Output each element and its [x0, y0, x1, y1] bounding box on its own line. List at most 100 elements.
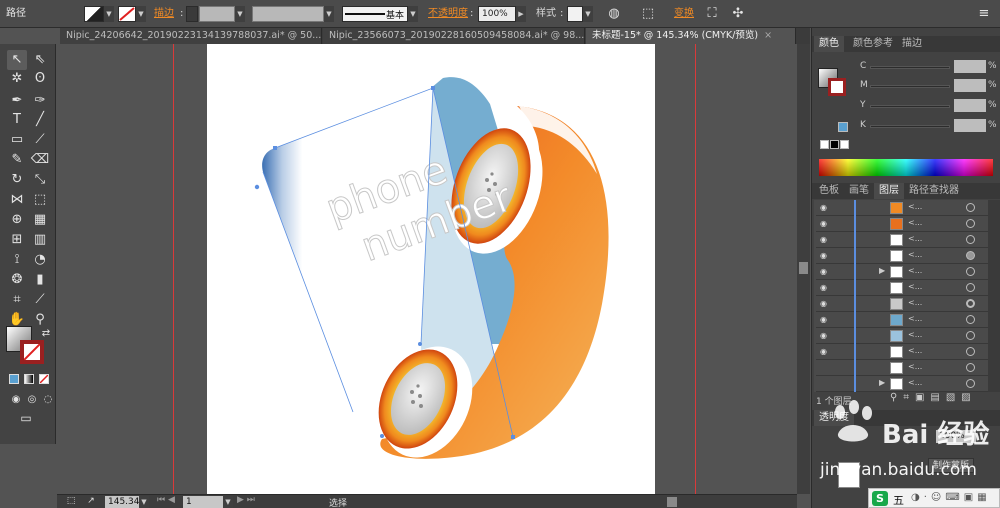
none-swatch[interactable]	[820, 140, 829, 149]
gradient-mode-icon[interactable]	[24, 374, 34, 384]
panel-stroke-swatch[interactable]	[828, 78, 846, 96]
graph-tool-icon[interactable]: ▮	[30, 270, 50, 290]
tab-brushes[interactable]: 画笔	[844, 183, 874, 199]
eyedropper-tool-icon[interactable]: ⟟	[7, 250, 27, 270]
canvas-area[interactable]: phone number	[57, 44, 809, 494]
variable-width-profile[interactable]	[252, 6, 324, 22]
symbol-sprayer-tool-icon[interactable]: ❂	[7, 270, 27, 290]
phone-artwork[interactable]: phone number	[207, 44, 655, 494]
tab-swatches[interactable]: 色板	[814, 183, 844, 199]
layer-row[interactable]: ◉ <...	[816, 312, 988, 328]
stroke-swatch[interactable]	[118, 6, 136, 22]
layers-scrollbar[interactable]	[988, 200, 1000, 392]
eye-icon[interactable]: ◉	[820, 219, 830, 229]
layer-row[interactable]: <...	[816, 360, 988, 376]
scrollbar-thumb[interactable]	[799, 262, 808, 274]
eye-icon[interactable]: ◉	[820, 251, 830, 261]
close-icon[interactable]: ×	[764, 30, 772, 41]
tab-color-guide[interactable]: 颜色参考	[848, 36, 898, 52]
eye-icon[interactable]: ◉	[820, 299, 830, 309]
free-transform-tool-icon[interactable]: ⬚	[30, 190, 50, 210]
canvas-vertical-scrollbar[interactable]	[797, 44, 810, 494]
eye-icon[interactable]: ◉	[820, 331, 830, 341]
eye-icon[interactable]: ◉	[820, 203, 830, 213]
zoom-input[interactable]: 145.34	[105, 496, 140, 508]
tab-document-active[interactable]: 未标题-15* @ 145.34% (CMYK/预览) ×	[586, 28, 796, 44]
blend-tool-icon[interactable]: ◔	[30, 250, 50, 270]
tab-pathfinder[interactable]: 路径查找器	[904, 183, 964, 199]
eye-icon[interactable]: ◉	[820, 267, 830, 277]
next-artboard-icon[interactable]: ▶ ⏭	[237, 495, 255, 505]
tab-document-1[interactable]: Nipic_24206642_20190223134139788037.ai* …	[60, 28, 322, 44]
black-swatch[interactable]	[830, 140, 839, 149]
width-tool-icon[interactable]: ⋈	[7, 190, 27, 210]
black-slider[interactable]: K%	[860, 119, 998, 132]
layer-row[interactable]: ◉ <...	[816, 344, 988, 360]
artboard[interactable]: phone number	[207, 44, 655, 494]
artboard-number-input[interactable]: 1	[183, 496, 223, 508]
eye-icon[interactable]: ◉	[820, 315, 830, 325]
layer-row[interactable]: ◉ <...	[816, 296, 988, 312]
layer-row[interactable]: ◉ <...	[816, 200, 988, 216]
opacity-input[interactable]: 100%	[478, 6, 516, 22]
expand-arrow-icon[interactable]: ▶	[879, 378, 885, 387]
direct-selection-tool-icon[interactable]: ⇖	[30, 50, 50, 70]
stroke-dropdown[interactable]: ▼	[136, 6, 146, 22]
type-tool-icon[interactable]: T	[7, 110, 27, 130]
brush-dropdown[interactable]: ▼	[408, 6, 418, 22]
opacity-label[interactable]: 不透明度	[428, 7, 468, 21]
eye-icon[interactable]: ◉	[820, 235, 830, 245]
brush-definition[interactable]: 基本	[342, 6, 408, 22]
rotate-tool-icon[interactable]: ↻	[7, 170, 27, 190]
cyan-slider[interactable]: C%	[860, 60, 998, 73]
line-tool-icon[interactable]: ╱	[30, 110, 50, 130]
paintbrush-tool-icon[interactable]: ⟋	[30, 130, 50, 150]
white-swatch[interactable]	[840, 140, 849, 149]
tab-color[interactable]: 颜色	[814, 36, 844, 52]
lasso-tool-icon[interactable]: ʘ	[30, 69, 50, 89]
none-mode-icon[interactable]	[39, 374, 49, 384]
zoom-dropdown[interactable]: ▼	[139, 496, 149, 508]
expand-arrow-icon[interactable]: ▶	[879, 266, 885, 275]
panel-menu-icon[interactable]: ≡	[974, 4, 994, 24]
ime-toolbar[interactable]: S 五 ◑·☺⌨▣▦	[868, 488, 1000, 508]
pencil-tool-icon[interactable]: ✎	[7, 150, 27, 170]
selection-tool-icon[interactable]: ↖	[7, 50, 27, 70]
pen-tool-icon[interactable]: ✒	[7, 91, 27, 111]
artboard-dropdown[interactable]: ▼	[223, 496, 233, 508]
ime-mode-label[interactable]: 五	[893, 492, 904, 508]
ime-buttons[interactable]: ◑·☺⌨▣▦	[911, 492, 991, 503]
eraser-tool-icon[interactable]: ⌫	[30, 150, 50, 170]
profile-dropdown[interactable]: ▼	[324, 6, 334, 22]
curvature-tool-icon[interactable]: ✑	[30, 91, 50, 111]
share-icon[interactable]: ↗	[81, 491, 101, 508]
shape-builder-tool-icon[interactable]: ⊕	[7, 210, 27, 230]
color-spectrum[interactable]	[819, 159, 993, 176]
tab-stroke[interactable]: 描边	[897, 36, 927, 52]
graphic-style-swatch[interactable]	[567, 6, 583, 22]
perspective-grid-tool-icon[interactable]: ▦	[30, 210, 50, 230]
tab-document-2[interactable]: Nipic_23566073_20190228160509458084.ai* …	[323, 28, 585, 44]
stroke-weight-stepper[interactable]	[186, 6, 198, 22]
layer-row[interactable]: ◉ <...	[816, 232, 988, 248]
screen-mode-icon[interactable]: ▭	[16, 408, 36, 428]
fill-swatch[interactable]	[84, 6, 104, 22]
isolate-icon[interactable]: ⛶	[702, 4, 722, 24]
stroke-weight-label[interactable]: 描边	[154, 7, 174, 21]
draw-inside-icon[interactable]: ◌	[38, 390, 58, 410]
status-icon[interactable]: ⬚	[61, 491, 81, 508]
eye-icon[interactable]: ◉	[820, 347, 830, 357]
artboard-tool-icon[interactable]: ⌗	[7, 290, 27, 310]
magenta-slider[interactable]: M%	[860, 79, 998, 92]
opacity-dropdown[interactable]: ▶	[516, 6, 526, 22]
color-mode-icon[interactable]	[9, 374, 19, 384]
graphic-style-dropdown[interactable]: ▼	[583, 6, 593, 22]
horizontal-scrollbar-thumb[interactable]	[667, 497, 677, 507]
fill-dropdown[interactable]: ▼	[104, 6, 114, 22]
stroke-weight-dropdown[interactable]: ▼	[235, 6, 245, 22]
layer-row[interactable]: ▶ <...	[816, 376, 988, 392]
eye-icon[interactable]: ◉	[820, 283, 830, 293]
magic-wand-tool-icon[interactable]: ✲	[7, 69, 27, 89]
layer-row[interactable]: ◉ <...	[816, 216, 988, 232]
layer-row[interactable]: ◉ ▶ <...	[816, 264, 988, 280]
